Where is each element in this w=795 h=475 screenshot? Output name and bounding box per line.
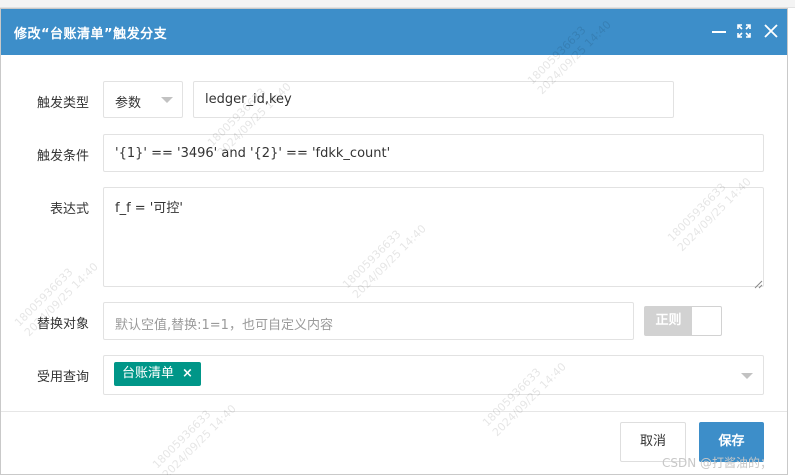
- apply-query-select[interactable]: [103, 355, 764, 395]
- tag-remove-icon[interactable]: ×: [182, 366, 193, 381]
- minimize-icon[interactable]: [709, 21, 729, 41]
- trigger-type-label: 触发类型: [36, 96, 89, 111]
- dialog-title: 修改“台账清单”触发分支: [14, 27, 168, 42]
- trigger-type-select-value: 参数: [115, 96, 142, 111]
- maximize-icon[interactable]: [734, 21, 754, 41]
- expression-value: f_f = '可控': [115, 201, 183, 216]
- trigger-condition-input[interactable]: '{1}' == '3496' and '{2}' == 'fdkk_count…: [103, 134, 764, 172]
- expression-label: 表达式: [49, 202, 89, 217]
- replace-target-label: 替换对象: [36, 317, 89, 332]
- query-tag-label: 台账清单: [122, 366, 175, 381]
- replace-target-input[interactable]: 默认空值,替换:1=1，也可自定义内容: [103, 302, 634, 340]
- regex-toggle[interactable]: 正则: [644, 306, 722, 336]
- background-page-strip: [0, 0, 795, 8]
- chevron-down-icon: [161, 97, 173, 103]
- resize-handle-icon[interactable]: [753, 279, 763, 289]
- trigger-params-input[interactable]: ledger_id,key: [193, 81, 674, 118]
- chevron-down-icon: [741, 373, 753, 379]
- trigger-condition-label: 触发条件: [36, 149, 89, 164]
- trigger-condition-value: '{1}' == '3496' and '{2}' == 'fdkk_count…: [115, 146, 391, 161]
- replace-target-placeholder: 默认空值,替换:1=1，也可自定义内容: [115, 318, 333, 333]
- dialog-titlebar: 修改“台账清单”触发分支: [1, 9, 787, 55]
- expression-textarea[interactable]: f_f = '可控': [103, 187, 764, 287]
- trigger-type-select[interactable]: 参数: [103, 81, 183, 118]
- regex-toggle-label: 正则: [645, 307, 692, 335]
- footer-divider: [1, 411, 787, 412]
- edit-trigger-branch-dialog: 修改“台账清单”触发分支 触发类型 参数 ledger_id,key 触发条件 …: [0, 8, 788, 475]
- apply-query-label: 受用查询: [36, 370, 89, 385]
- close-icon[interactable]: [761, 21, 781, 41]
- query-tag: 台账清单 ×: [114, 362, 201, 386]
- trigger-params-value: ledger_id,key: [205, 92, 292, 107]
- csdn-credit: CSDN @打酱油的；: [662, 456, 773, 470]
